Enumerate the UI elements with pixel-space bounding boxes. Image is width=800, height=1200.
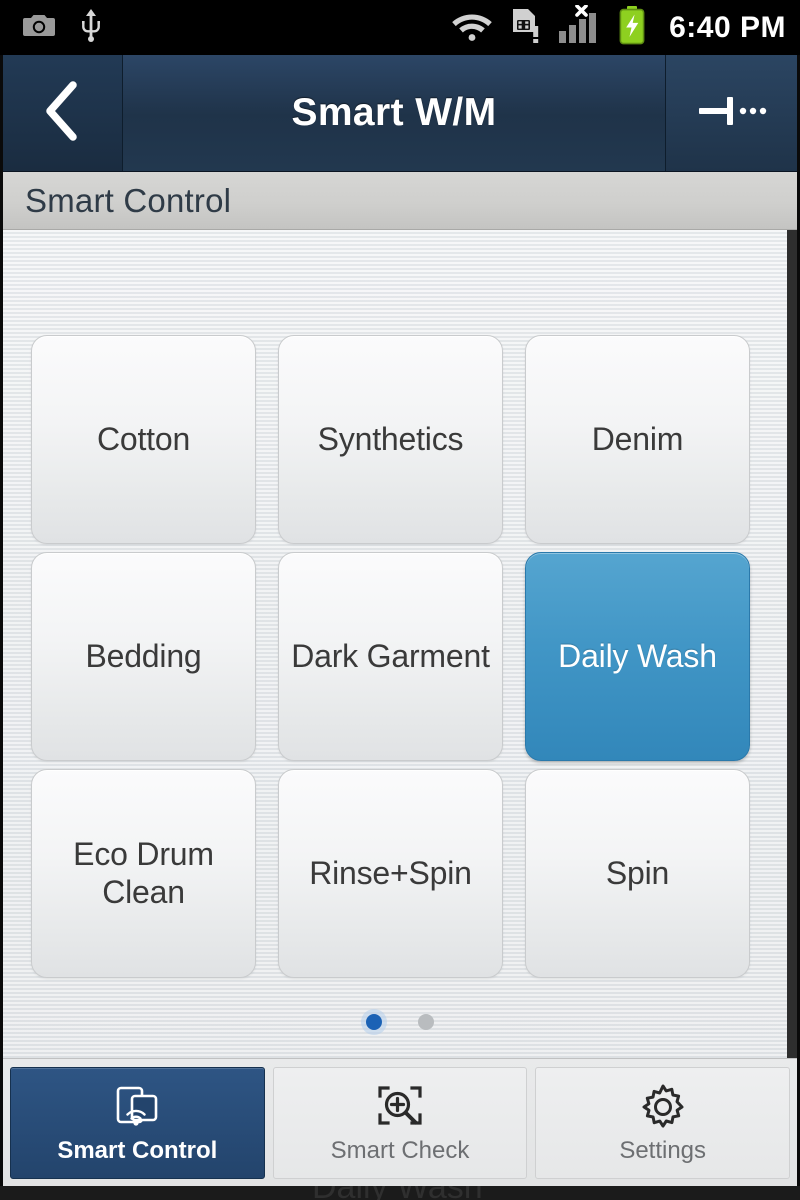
- program-tile-denim[interactable]: Denim: [525, 335, 750, 544]
- device-wifi-icon: [112, 1081, 162, 1133]
- program-tile-eco-drum-clean[interactable]: Eco Drum Clean: [31, 769, 256, 978]
- tab-label: Settings: [619, 1136, 707, 1164]
- menu-more-icon: [697, 94, 767, 133]
- program-tile-label: Rinse+Spin: [309, 854, 472, 891]
- program-tile-label: Eco Drum Clean: [73, 835, 214, 910]
- status-bar-clock: 6:40 PM: [669, 10, 786, 44]
- bottom-tab-bar: Smart Control Smart Check Settings: [3, 1058, 797, 1186]
- camera-icon: [22, 11, 56, 44]
- usb-icon: [78, 8, 104, 47]
- status-bar: 6:40 PM: [0, 0, 800, 55]
- background-artifact-label: Daily Wash: [312, 1186, 483, 1200]
- program-tile-synthetics[interactable]: Synthetics: [278, 335, 503, 544]
- section-header: Smart Control: [3, 172, 797, 230]
- sim-card-alert-icon: [509, 6, 541, 49]
- program-tile-cotton[interactable]: Cotton: [31, 335, 256, 544]
- title-bar: Smart W/M: [3, 55, 797, 172]
- program-tile-label: Cotton: [96, 420, 191, 457]
- tab-smart-check[interactable]: Smart Check: [272, 1066, 528, 1179]
- device-screen: 6:40 PM Smart W/M Smart Control Cotton S…: [0, 0, 800, 1200]
- tab-smart-control[interactable]: Smart Control: [10, 1066, 265, 1179]
- frame-edge-right-inner: [787, 230, 797, 1058]
- program-tile-label: Dark Garment: [291, 637, 490, 674]
- program-selection-panel: Cotton Synthetics Denim Bedding Dark Gar…: [3, 230, 797, 1058]
- program-tile-label: Bedding: [85, 637, 202, 674]
- program-tile-label: Denim: [591, 420, 684, 457]
- program-tile-spin[interactable]: Spin: [525, 769, 750, 978]
- section-header-label: Smart Control: [25, 181, 232, 219]
- status-bar-right-icons: 6:40 PM: [451, 4, 786, 50]
- page-indicator: [3, 1014, 797, 1030]
- program-tile-label: Synthetics: [317, 420, 464, 457]
- page-dot-1[interactable]: [366, 1014, 382, 1030]
- chevron-left-icon: [41, 80, 85, 147]
- program-tile-rinse-spin[interactable]: Rinse+Spin: [278, 769, 503, 978]
- status-bar-left-icons: [22, 8, 104, 47]
- program-tile-dark-garment[interactable]: Dark Garment: [278, 552, 503, 761]
- program-tile-label: Spin: [605, 854, 670, 891]
- background-artifact-strip: Daily Wash: [0, 1186, 800, 1200]
- menu-more-button[interactable]: [665, 55, 797, 171]
- frame-edge-left: [0, 55, 3, 1186]
- tab-settings[interactable]: Settings: [535, 1066, 791, 1179]
- battery-charging-icon: [617, 5, 647, 50]
- program-tile-grid: Cotton Synthetics Denim Bedding Dark Gar…: [31, 335, 771, 978]
- wifi-icon: [451, 8, 493, 47]
- back-button[interactable]: [3, 55, 123, 171]
- page-title: Smart W/M: [291, 91, 497, 134]
- program-tile-bedding[interactable]: Bedding: [31, 552, 256, 761]
- program-tile-daily-wash[interactable]: Daily Wash: [525, 552, 750, 761]
- gear-icon: [638, 1081, 688, 1133]
- magnifier-plus-scan-icon: [375, 1081, 425, 1133]
- program-tile-label: Daily Wash: [558, 637, 717, 674]
- page-dot-2[interactable]: [418, 1014, 434, 1030]
- tab-label: Smart Control: [57, 1136, 218, 1164]
- tab-label: Smart Check: [330, 1136, 470, 1164]
- signal-bars-no-service-icon: [557, 4, 601, 50]
